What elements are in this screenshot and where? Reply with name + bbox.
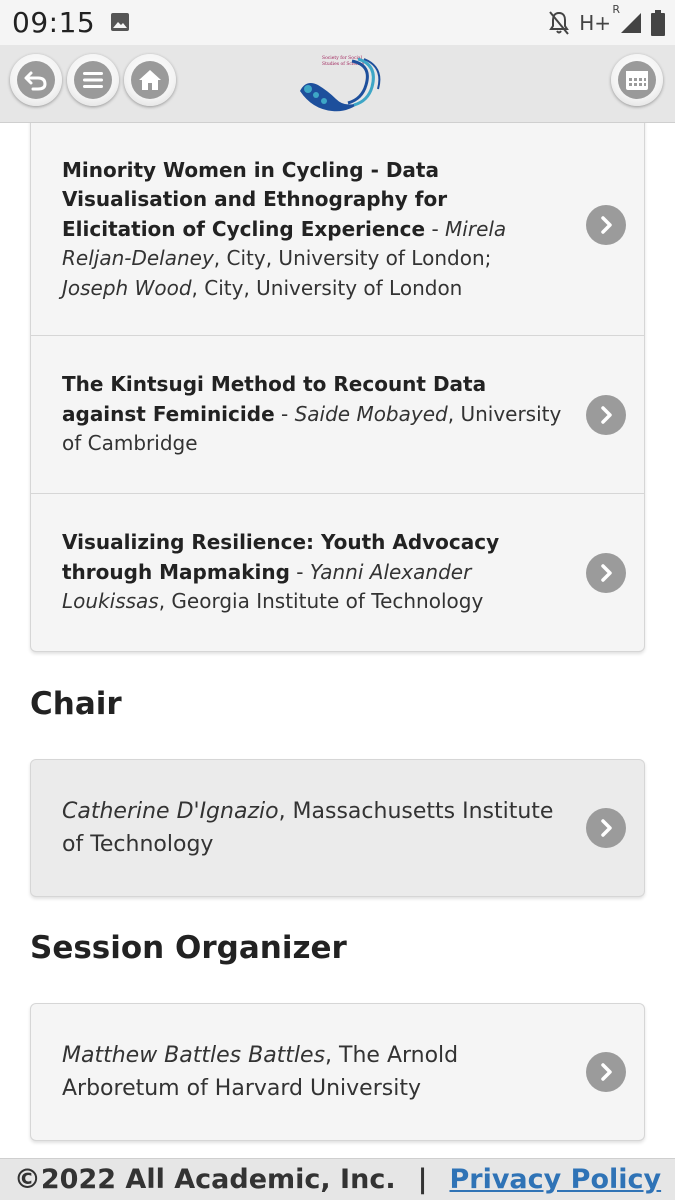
back-icon bbox=[24, 71, 47, 91]
bell-off-icon bbox=[549, 11, 570, 35]
paper-title[interactable]: Minority Women in Cycling - Data Visuali… bbox=[62, 158, 447, 241]
menu-icon bbox=[83, 72, 103, 88]
chair-text: Catherine D'Ignazio, Massachusetts Insti… bbox=[62, 799, 554, 857]
paper-text: Visualizing Resilience: Youth Advocacy t… bbox=[62, 530, 500, 614]
paper-text: Minority Women in Cycling - Data Visuali… bbox=[62, 157, 507, 300]
session-organizer-heading: Session Organizer bbox=[30, 930, 347, 966]
back-button[interactable] bbox=[10, 54, 62, 106]
chevron-right-icon[interactable] bbox=[586, 204, 626, 245]
chair-name[interactable]: Catherine D'Ignazio bbox=[62, 799, 279, 824]
organizer-name[interactable]: Matthew Battles Battles bbox=[62, 1043, 325, 1068]
chair-card[interactable]: Catherine D'Ignazio, Massachusetts Insti… bbox=[30, 759, 645, 897]
session-content: Minority Women in Cycling - Data Visuali… bbox=[0, 123, 675, 1158]
paper-text: The Kintsugi Method to Recount Data agai… bbox=[62, 372, 562, 456]
papers-list: Minority Women in Cycling - Data Visuali… bbox=[30, 123, 645, 652]
chair-heading: Chair bbox=[30, 686, 122, 722]
calendar-icon bbox=[626, 71, 648, 90]
paper-item[interactable]: Visualizing Resilience: Youth Advocacy t… bbox=[31, 493, 644, 651]
author-name[interactable]: Joseph Wood bbox=[62, 276, 192, 300]
top-nav: Society for Social Studies of Science bbox=[0, 45, 675, 123]
network-type: H+ R bbox=[579, 3, 620, 35]
status-icons: H+ R bbox=[547, 3, 665, 38]
paper-item[interactable]: Minority Women in Cycling - Data Visuali… bbox=[31, 123, 644, 335]
chevron-right-icon[interactable] bbox=[586, 1052, 626, 1092]
organizer-card[interactable]: Matthew Battles Battles, The Arnold Arbo… bbox=[30, 1003, 645, 1141]
society-logo[interactable]: Society for Social Studies of Science bbox=[296, 51, 384, 117]
privacy-policy-link[interactable]: Privacy Policy bbox=[449, 1164, 661, 1195]
signal-icon bbox=[621, 13, 641, 33]
paper-item[interactable]: The Kintsugi Method to Recount Data agai… bbox=[31, 335, 644, 493]
status-time: 09:15 bbox=[12, 6, 96, 39]
home-icon bbox=[139, 70, 161, 90]
chevron-right-icon[interactable] bbox=[586, 394, 626, 435]
image-icon bbox=[111, 13, 129, 31]
footer: ©2022 All Academic, Inc. | Privacy Polic… bbox=[0, 1158, 675, 1200]
chevron-right-icon[interactable] bbox=[586, 552, 626, 593]
chevron-right-icon[interactable] bbox=[586, 808, 626, 848]
footer-divider: | bbox=[417, 1164, 428, 1195]
author-name[interactable]: Saide Mobayed bbox=[295, 402, 448, 426]
copyright-text: ©2022 All Academic, Inc. bbox=[13, 1164, 396, 1195]
home-button[interactable] bbox=[124, 54, 176, 106]
status-bar: 09:15 H+ R bbox=[0, 0, 675, 45]
battery-icon bbox=[651, 10, 665, 36]
organizer-text: Matthew Battles Battles, The Arnold Arbo… bbox=[62, 1043, 459, 1101]
svg-text:Society for Social: Society for Social bbox=[322, 55, 363, 61]
menu-button[interactable] bbox=[67, 54, 119, 106]
calendar-button[interactable] bbox=[611, 54, 663, 106]
